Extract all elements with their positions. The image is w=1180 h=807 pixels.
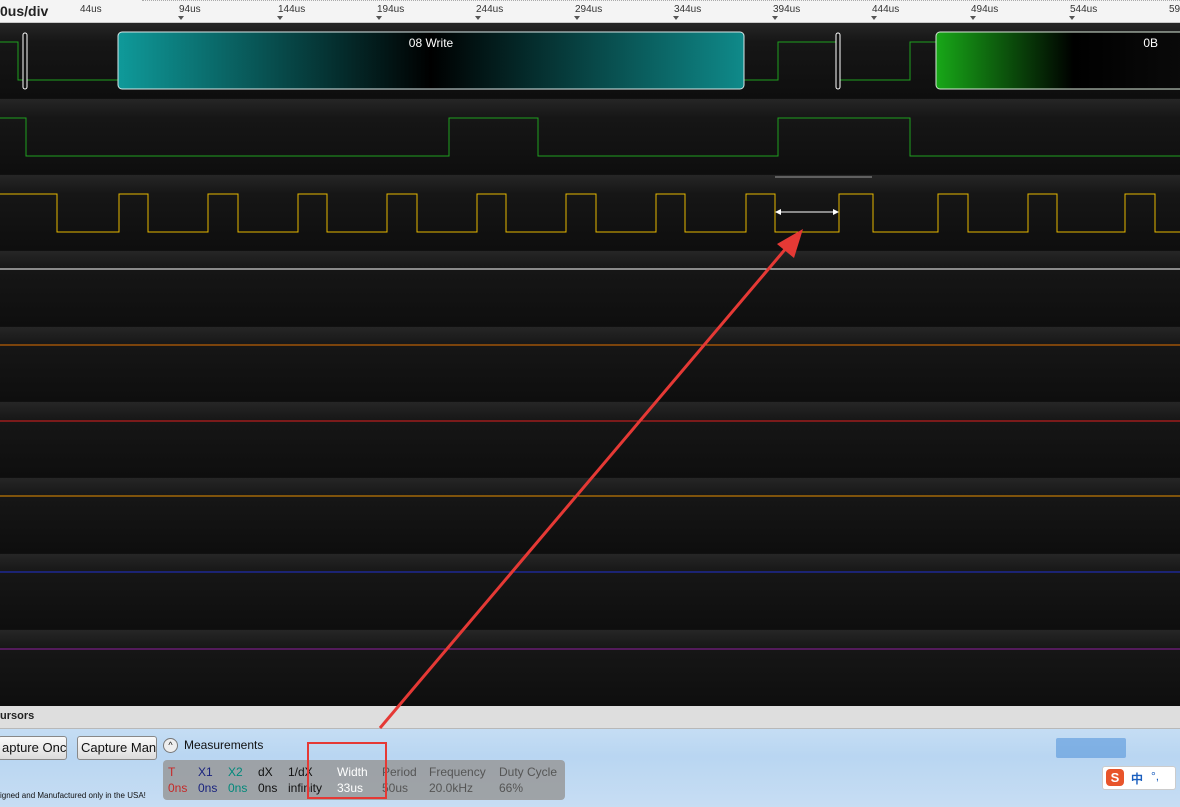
channel-row-4[interactable] xyxy=(0,327,1180,401)
ruler-tick-label: 544us xyxy=(1070,4,1098,15)
time-scale-label: 0us/div xyxy=(0,3,49,19)
ruler-tick-label: 194us xyxy=(377,4,405,15)
annotation-highlight-box xyxy=(307,742,387,799)
bottom-panel: ursors apture Once Capture Man ^ Measurem… xyxy=(0,706,1180,807)
measurement-dx: dX 0ns xyxy=(258,764,277,796)
ruler-tick-label: 44us xyxy=(80,4,102,15)
decoder-frame-2-label: 0B xyxy=(1143,36,1158,50)
measurement-label: X1 xyxy=(198,765,213,779)
ruler-tick-marker xyxy=(772,16,778,20)
cursors-label: ursors xyxy=(0,710,35,722)
measurement-label: X2 xyxy=(228,765,243,779)
ruler-tick-label: 244us xyxy=(476,4,504,15)
measurement-label: Duty Cycle xyxy=(499,765,558,779)
measurement-value: 0ns xyxy=(228,781,248,795)
channel-row-5[interactable] xyxy=(0,402,1180,477)
measurement-label: dX xyxy=(258,765,273,779)
ruler-tick-marker xyxy=(376,16,382,20)
ruler-tick-label: 294us xyxy=(575,4,603,15)
measurements-header[interactable]: ^ Measurements xyxy=(163,738,264,754)
ruler-tick-marker xyxy=(574,16,580,20)
ime-punctuation-indicator[interactable]: °, xyxy=(1151,769,1159,783)
channel-row-2[interactable] xyxy=(0,175,1180,250)
ruler-tick-label: 394us xyxy=(773,4,801,15)
ruler-tick-label: 59 xyxy=(1169,4,1180,15)
measurements-title: Measurements xyxy=(184,738,264,752)
ruler-tick-marker xyxy=(277,16,283,20)
decoder-frame-1-label: 08 Write xyxy=(409,36,454,50)
cursors-bar[interactable]: ursors xyxy=(0,706,1180,729)
ruler-tick-marker xyxy=(475,16,481,20)
ruler-tick-label: 144us xyxy=(278,4,306,15)
waveform-canvas[interactable]: 08 Write 0B xyxy=(0,23,1180,706)
stop-marker[interactable] xyxy=(835,32,841,90)
chevron-up-icon[interactable]: ^ xyxy=(163,738,178,754)
measurement-x2: X2 0ns xyxy=(228,764,247,796)
measurement-value: 50us xyxy=(382,781,409,795)
channel-row-7[interactable] xyxy=(0,554,1180,629)
measurement-value: 20.0kHz xyxy=(429,781,474,795)
ruler-tick-label: 494us xyxy=(971,4,999,15)
ruler-tick-label: 94us xyxy=(179,4,201,15)
ime-language-indicator[interactable]: 中 xyxy=(1131,770,1143,787)
background-button xyxy=(1056,738,1126,758)
time-ruler[interactable]: 0us/div 44us 94us 144us 194us 244us 294u… xyxy=(0,0,1180,23)
ruler-tick-label: 344us xyxy=(674,4,702,15)
ruler-tick-marker xyxy=(1069,16,1075,20)
measurement-value: 66% xyxy=(499,781,524,795)
ruler-tick-marker xyxy=(178,16,184,20)
measurement-value: 0ns xyxy=(198,781,218,795)
measurement-t: T 0ns xyxy=(168,764,187,796)
ruler-dotted-line xyxy=(142,0,1180,1)
channel-row-1[interactable] xyxy=(0,99,1180,174)
ruler-tick-marker xyxy=(871,16,877,20)
measurement-label: T xyxy=(168,765,176,779)
measurement-period[interactable]: Period 50us xyxy=(382,764,417,796)
capture-manual-button[interactable]: Capture Man xyxy=(77,736,157,760)
measurement-value: 0ns xyxy=(258,781,278,795)
measurement-value: 0ns xyxy=(168,781,188,795)
waveform-area[interactable]: 08 Write 0B xyxy=(0,23,1180,706)
ime-toolbar[interactable]: S 中 °, xyxy=(1102,766,1176,790)
measurement-duty-cycle[interactable]: Duty Cycle 66% xyxy=(499,764,557,796)
channel-row-3[interactable] xyxy=(0,251,1180,326)
ruler-tick-marker xyxy=(673,16,679,20)
channel-row-8[interactable] xyxy=(0,630,1180,706)
measurement-label: Frequency xyxy=(429,765,486,779)
footer-note: igned and Manufactured only in the USA! xyxy=(0,791,146,800)
capture-once-button[interactable]: apture Once xyxy=(0,736,67,760)
measurement-x1: X1 0ns xyxy=(198,764,217,796)
measurement-frequency[interactable]: Frequency 20.0kHz xyxy=(429,764,486,796)
ruler-tick-label: 444us xyxy=(872,4,900,15)
measurement-label: Period xyxy=(382,765,417,779)
ruler-tick-marker xyxy=(970,16,976,20)
channel-row-6[interactable] xyxy=(0,478,1180,553)
start-marker[interactable] xyxy=(22,32,28,90)
sogou-logo-icon[interactable]: S xyxy=(1106,769,1124,786)
